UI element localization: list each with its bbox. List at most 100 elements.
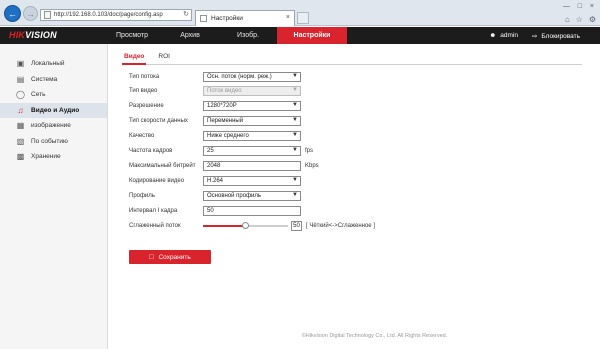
address-url: http://192.168.0.103/doc/page/config.asp — [54, 12, 163, 18]
tab-video[interactable]: Видео — [122, 53, 147, 65]
top-navigation: Просмотр Архив Изобр. Настройки — [103, 27, 347, 44]
profile-select[interactable]: Основной профиль ▼ — [203, 191, 301, 201]
forward-icon[interactable]: → — [23, 6, 38, 21]
logout-button[interactable]: ⇨ Блокировать — [532, 32, 580, 40]
image-icon: ▦ — [16, 121, 25, 131]
resolution-select[interactable]: 1280*720P ▼ — [203, 101, 301, 111]
resolution-label: Разрешение — [129, 103, 164, 109]
stream-type-select[interactable]: Осн. поток (норм. реж.) ▼ — [203, 72, 301, 82]
video-encoding-select[interactable]: H.264 ▼ — [203, 176, 301, 186]
address-bar[interactable]: http://192.168.0.103/doc/page/config.asp… — [40, 9, 192, 21]
chevron-down-icon: ▼ — [292, 132, 298, 138]
row-stream-type: Тип потока Осн. поток (норм. реж.) ▼ — [129, 72, 301, 82]
chevron-down-icon: ▼ — [292, 73, 298, 79]
sidebar-item-event[interactable]: ▧ По событию — [0, 134, 107, 150]
stream-type-label: Тип потока — [129, 74, 160, 80]
logout-icon: ⇨ — [531, 32, 538, 40]
sidebar-item-label: изображение — [31, 122, 71, 130]
row-i-frame-interval: Интервал I кадра 50 — [129, 206, 301, 216]
smoothing-slider[interactable] — [203, 221, 288, 231]
row-quality: Качество Ниже среднего ▼ — [129, 131, 301, 141]
quality-label: Качество — [129, 133, 155, 139]
i-frame-interval-input[interactable]: 50 — [203, 206, 301, 216]
save-button[interactable]: □ Сохранить — [129, 250, 211, 264]
logout-label: Блокировать — [541, 32, 580, 40]
chevron-down-icon: ▼ — [292, 192, 298, 198]
max-bitrate-input[interactable]: 2048 — [203, 161, 301, 171]
sidebar-item-network[interactable]: ◯ Сеть — [0, 87, 107, 103]
calendar-icon: ▧ — [16, 136, 25, 146]
sidebar-item-label: Локальный — [31, 60, 65, 68]
sidebar-item-label: Система — [31, 75, 58, 83]
bitrate-type-select[interactable]: Переменный ▼ — [203, 116, 301, 126]
tab-close-icon[interactable]: × — [286, 14, 290, 21]
sidebar-item-video-audio[interactable]: ♫ Видео и Аудио — [0, 102, 107, 118]
user-menu[interactable]: ☻ admin — [489, 32, 518, 39]
nav-picture[interactable]: Изобр. — [219, 27, 277, 44]
profile-label: Профиль — [129, 193, 155, 199]
nav-live-view[interactable]: Просмотр — [103, 27, 161, 44]
slider-thumb[interactable] — [242, 222, 249, 229]
content-tabs: Видео ROI — [122, 53, 582, 65]
bitrate-type-label: Тип скорости данных — [129, 118, 188, 124]
video-type-select: Поток видео ▼ — [203, 86, 301, 96]
favorites-star-icon[interactable]: ☆ — [576, 15, 583, 24]
sidebar-item-label: Хранение — [31, 153, 61, 161]
nav-configuration[interactable]: Настройки — [277, 27, 347, 44]
row-resolution: Разрешение 1280*720P ▼ — [129, 101, 301, 111]
main-content: Видео ROI Тип потока Осн. поток (норм. р… — [109, 44, 600, 349]
tab-favicon-icon — [200, 15, 207, 22]
chevron-down-icon: ▼ — [292, 87, 298, 93]
smoothing-hint: [ Чёткий<->Сглаженное ] — [306, 223, 375, 229]
i-frame-interval-label: Интервал I кадра — [129, 208, 178, 214]
browser-tab[interactable]: Настройки × — [195, 10, 295, 26]
sidebar-item-storage[interactable]: ▩ Хранение — [0, 149, 107, 165]
nav-playback[interactable]: Архив — [161, 27, 219, 44]
smoothing-label: Сглаженный поток — [129, 223, 181, 229]
smoothing-value[interactable]: 50 — [291, 221, 302, 231]
home-icon[interactable]: ⌂ — [565, 15, 570, 24]
row-frame-rate: Частота кадров 25 ▼ fps — [129, 146, 313, 156]
row-max-bitrate: Максимальный битрейт 2048 Kbps — [129, 161, 319, 171]
sidebar: ▣ Локальный ▤ Система ◯ Сеть ♫ Видео и А… — [0, 44, 108, 349]
row-profile: Профиль Основной профиль ▼ — [129, 191, 301, 201]
tab-title: Настройки — [211, 15, 243, 22]
hikvision-logo: HIKVISION — [9, 30, 57, 40]
sidebar-item-system[interactable]: ▤ Система — [0, 72, 107, 88]
window-close-icon[interactable]: × — [590, 3, 594, 10]
row-video-encoding: Кодирование видео H.264 ▼ — [129, 176, 301, 186]
quality-select[interactable]: Ниже среднего ▼ — [203, 131, 301, 141]
sidebar-item-image[interactable]: ▦ изображение — [0, 118, 107, 134]
page-icon — [44, 11, 51, 19]
sidebar-item-local[interactable]: ▣ Локальный — [0, 56, 107, 72]
save-label: Сохранить — [158, 253, 191, 261]
tools-gear-icon[interactable]: ⚙ — [589, 15, 596, 24]
back-icon[interactable]: ← — [4, 5, 21, 22]
sidebar-item-label: Сеть — [31, 91, 46, 99]
system-icon: ▤ — [16, 74, 25, 84]
row-smoothing: Сглаженный поток 50 [ Чёткий<->Сглаженно… — [129, 221, 375, 231]
tab-roi[interactable]: ROI — [156, 53, 172, 65]
monitor-icon: ▣ — [16, 59, 25, 69]
video-audio-icon: ♫ — [17, 105, 24, 115]
app-header: HIKVISION Просмотр Архив Изобр. Настройк… — [0, 27, 600, 44]
max-bitrate-label: Максимальный битрейт — [129, 163, 196, 169]
user-name: admin — [500, 32, 518, 39]
copyright-footer: ©Hikvision Digital Technology Co., Ltd. … — [301, 333, 448, 339]
minimize-icon[interactable]: — — [563, 3, 570, 10]
browser-toolbar: ← → http://192.168.0.103/doc/page/config… — [0, 0, 600, 26]
user-icon: ☻ — [489, 32, 497, 39]
chevron-down-icon: ▼ — [292, 147, 298, 153]
save-icon: □ — [149, 253, 154, 261]
maximize-icon[interactable]: □ — [578, 3, 582, 10]
row-bitrate-type: Тип скорости данных Переменный ▼ — [129, 116, 301, 126]
refresh-icon[interactable]: ↻ — [183, 10, 189, 18]
storage-icon: ▩ — [16, 152, 25, 162]
globe-icon: ◯ — [16, 90, 25, 100]
sidebar-item-label: Видео и Аудио — [31, 106, 80, 114]
new-tab-button[interactable] — [297, 12, 309, 24]
chevron-down-icon: ▼ — [292, 177, 298, 183]
slider-fill — [203, 225, 246, 227]
frame-rate-select[interactable]: 25 ▼ — [203, 146, 301, 156]
chevron-down-icon: ▼ — [292, 117, 298, 123]
